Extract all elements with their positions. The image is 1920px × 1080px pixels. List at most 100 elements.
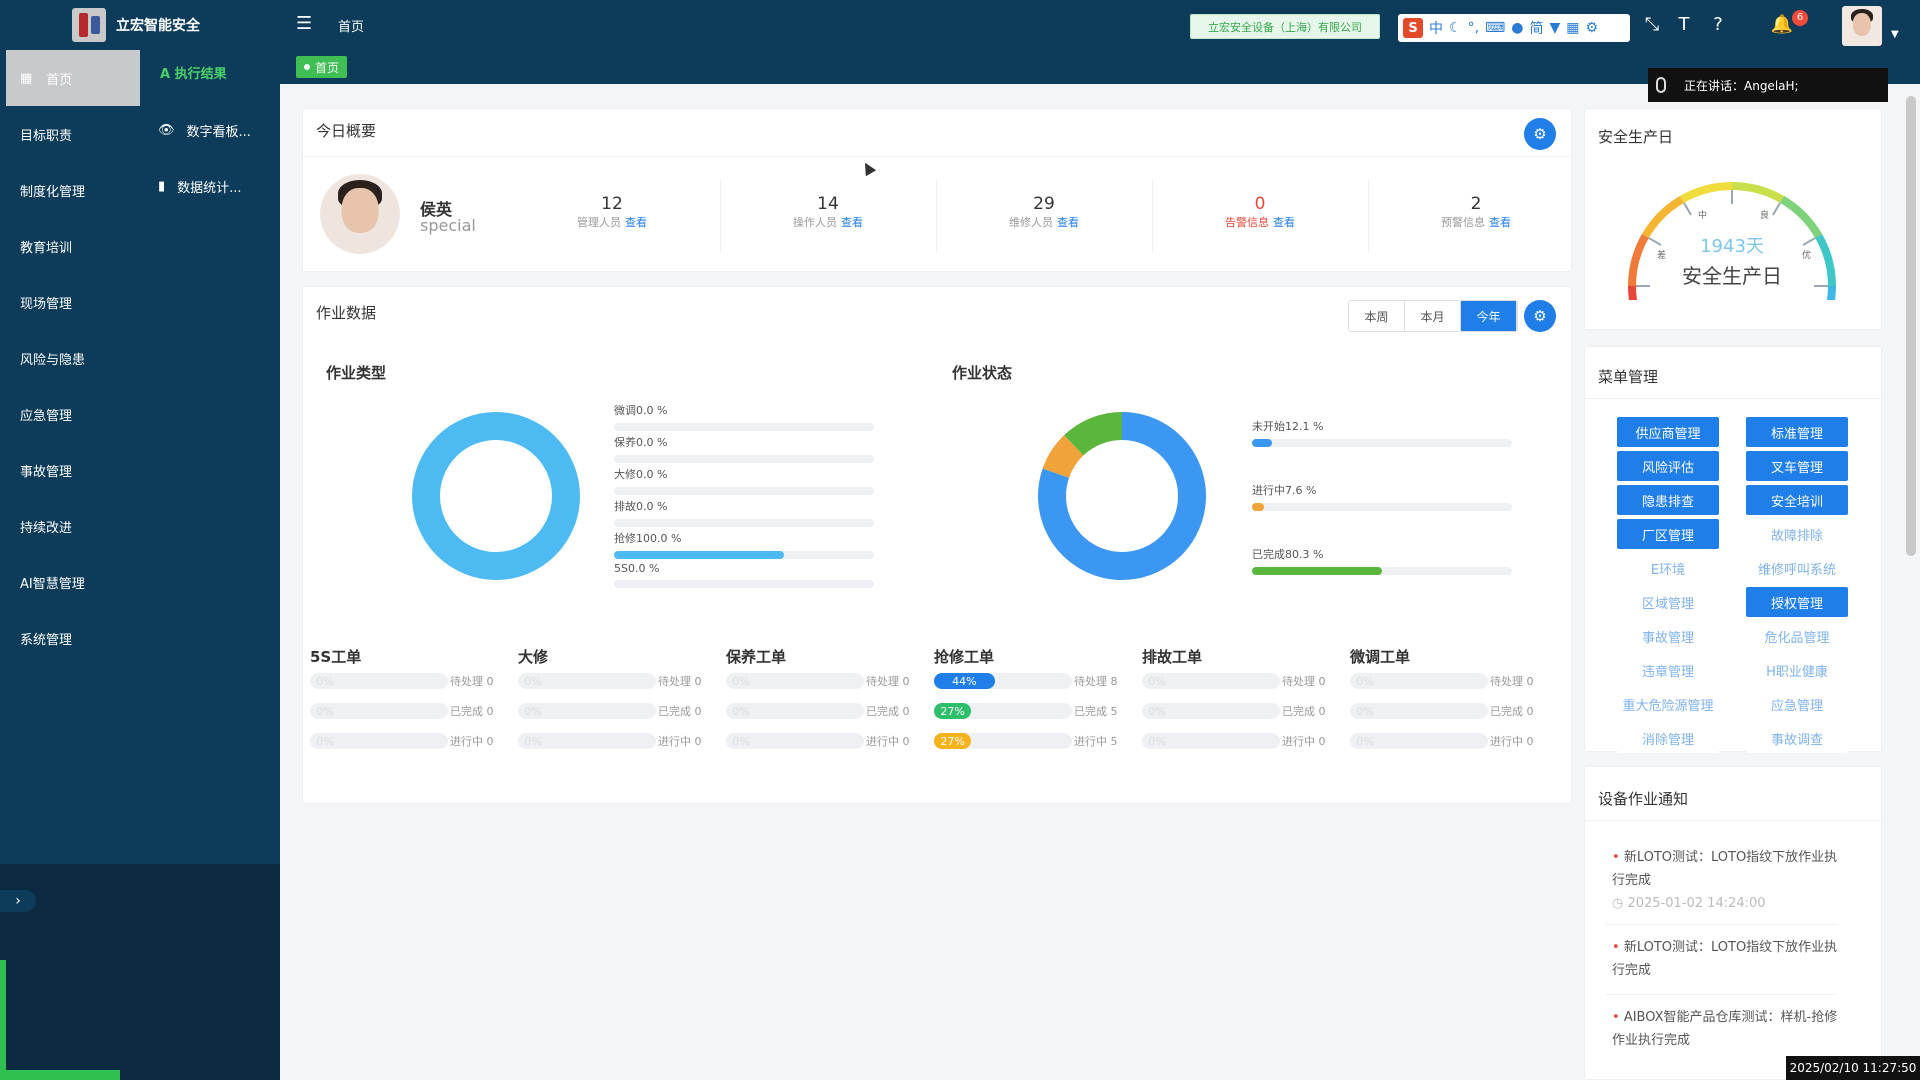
help-icon[interactable]: ?: [1706, 13, 1730, 37]
work-order-row[interactable]: 0% 进行中 0: [518, 726, 718, 756]
grid-icon[interactable]: ▦: [1566, 20, 1579, 36]
menu-button[interactable]: 风险评估: [1617, 451, 1719, 481]
menu-button[interactable]: 供应商管理: [1617, 417, 1719, 447]
menu-button[interactable]: 区域管理: [1617, 587, 1719, 617]
work-order-group: 微调工单 0% 待处理 0 0% 已完成 0 0% 进行中 0: [1350, 646, 1550, 756]
work-order-row[interactable]: 0% 待处理 0: [310, 666, 510, 696]
subnav-item[interactable]: ▮ 数据统计...: [140, 158, 280, 214]
accent-bar: [0, 1070, 120, 1080]
work-order-row[interactable]: 44% 待处理 8: [934, 666, 1134, 696]
stat-view-link[interactable]: 查看: [1489, 216, 1511, 229]
expand-icon[interactable]: ›: [0, 890, 36, 912]
work-order-row[interactable]: 0% 已完成 0: [726, 696, 926, 726]
work-order-row[interactable]: 0% 待处理 0: [518, 666, 718, 696]
work-order-row[interactable]: 0% 已完成 0: [518, 696, 718, 726]
work-order-row[interactable]: 0% 进行中 0: [1142, 726, 1342, 756]
ime-simple[interactable]: 简: [1529, 18, 1543, 38]
ime-gear-icon[interactable]: ⚙: [1585, 20, 1598, 36]
sidebar-item[interactable]: 系统管理: [0, 610, 140, 666]
menu-button[interactable]: 厂区管理: [1617, 519, 1719, 549]
menu-button[interactable]: 隐患排查: [1617, 485, 1719, 515]
page-scrollbar[interactable]: [1906, 96, 1916, 556]
keyboard-icon[interactable]: ⌨: [1485, 20, 1505, 36]
sidebar-item-label: 首页: [46, 72, 73, 88]
stat-view-link[interactable]: 查看: [625, 216, 647, 229]
shirt-icon[interactable]: ▼: [1549, 20, 1560, 36]
sidebar-item[interactable]: 应急管理: [0, 386, 140, 442]
work-order-row[interactable]: 0% 已完成 0: [310, 696, 510, 726]
menu-button[interactable]: 重大危险源管理: [1617, 689, 1719, 719]
notice-item[interactable]: • 新LOTO测试：LOTO指纹下放作业执行完成: [1612, 936, 1840, 982]
bell-icon[interactable]: 🔔: [1770, 13, 1794, 37]
menu-button[interactable]: 叉车管理: [1746, 451, 1848, 481]
range-option[interactable]: 本周: [1349, 301, 1405, 331]
font-size-icon[interactable]: T: [1672, 13, 1696, 37]
menu-button[interactable]: 安全培训: [1746, 485, 1848, 515]
work-order-row[interactable]: 0% 进行中 0: [1350, 726, 1550, 756]
sidebar-item[interactable]: ▦ 首页: [6, 50, 140, 106]
sidebar-item[interactable]: 事故管理: [0, 442, 140, 498]
app-logo[interactable]: 立宏智能安全: [72, 8, 200, 42]
eye-icon: 👁: [158, 122, 175, 138]
work-settings-icon[interactable]: ⚙: [1524, 300, 1556, 332]
work-order-row[interactable]: 0% 已完成 0: [1350, 696, 1550, 726]
stat-view-link[interactable]: 查看: [1273, 216, 1295, 229]
sidebar-item[interactable]: 现场管理: [0, 274, 140, 330]
legend-track: [614, 551, 874, 559]
overview-stat: 12 管理人员 查看: [532, 194, 692, 230]
work-order-row[interactable]: 27% 已完成 5: [934, 696, 1134, 726]
sidebar-item[interactable]: 制度化管理: [0, 162, 140, 218]
work-order-row[interactable]: 0% 进行中 0: [310, 726, 510, 756]
chevron-down-icon[interactable]: ▼: [1891, 29, 1899, 40]
legend-item: 保养0.0 %: [614, 434, 874, 463]
menu-button[interactable]: 应急管理: [1746, 689, 1848, 719]
menu-button[interactable]: 授权管理: [1746, 587, 1848, 617]
sogou-icon[interactable]: S: [1403, 18, 1423, 38]
menu-toggle-icon[interactable]: ☰: [296, 15, 314, 33]
sidebar-item[interactable]: AI智慧管理: [0, 554, 140, 610]
punct-icon[interactable]: °,: [1468, 20, 1479, 36]
sidebar-item[interactable]: 目标职责: [0, 106, 140, 162]
stat-view-link[interactable]: 查看: [1057, 216, 1079, 229]
user-icon[interactable]: ●: [1511, 20, 1523, 36]
menu-button[interactable]: 维修呼叫系统: [1746, 553, 1848, 583]
company-badge[interactable]: 立宏安全设备（上海）有限公司: [1190, 14, 1380, 39]
user-avatar[interactable]: [1842, 6, 1882, 46]
overview-settings-icon[interactable]: ⚙: [1524, 118, 1556, 150]
donut-slice[interactable]: [412, 412, 580, 580]
work-order-row[interactable]: 0% 待处理 0: [726, 666, 926, 696]
sidebar-item[interactable]: 持续改进: [0, 498, 140, 554]
donut-slice[interactable]: [1042, 435, 1084, 479]
menu-button[interactable]: 事故调查: [1746, 723, 1848, 753]
stat-view-link[interactable]: 查看: [841, 216, 863, 229]
gauge-arc: [1680, 182, 1733, 203]
subnav-head[interactable]: A 执行结果: [140, 42, 280, 102]
menu-button[interactable]: E环境: [1617, 553, 1719, 583]
moon-icon[interactable]: ☾: [1449, 20, 1462, 36]
menu-button[interactable]: H职业健康: [1746, 655, 1848, 685]
donut-slice[interactable]: [1064, 412, 1123, 456]
sidebar-item[interactable]: 风险与隐患: [0, 330, 140, 386]
notice-item[interactable]: • AIBOX智能产品仓库测试：样机-抢修作业执行完成: [1612, 1006, 1840, 1052]
ime-lang[interactable]: 中: [1429, 18, 1443, 38]
menu-button[interactable]: 消除管理: [1617, 723, 1719, 753]
range-option[interactable]: 本月: [1405, 301, 1461, 331]
menu-button[interactable]: 故障排除: [1746, 519, 1848, 549]
breadcrumb[interactable]: 首页: [338, 16, 364, 35]
work-order-row[interactable]: 27% 进行中 5: [934, 726, 1134, 756]
sidebar-item[interactable]: 教育培训: [0, 218, 140, 274]
subnav-item[interactable]: 👁 数字看板...: [140, 102, 280, 158]
fullscreen-exit-icon[interactable]: ⤡: [1640, 13, 1664, 37]
menu-button[interactable]: 标准管理: [1746, 417, 1848, 447]
range-option[interactable]: 今年: [1461, 301, 1517, 331]
menu-button[interactable]: 危化品管理: [1746, 621, 1848, 651]
work-order-row[interactable]: 0% 进行中 0: [726, 726, 926, 756]
menu-button[interactable]: 违章管理: [1617, 655, 1719, 685]
menu-button[interactable]: 事故管理: [1617, 621, 1719, 651]
notice-item[interactable]: • 新LOTO测试：LOTO指纹下放作业执行完成 ◷ 2025-01-02 14:…: [1612, 846, 1840, 915]
work-order-row[interactable]: 0% 待处理 0: [1142, 666, 1342, 696]
work-order-row[interactable]: 0% 待处理 0: [1350, 666, 1550, 696]
tab-home[interactable]: 首页: [296, 56, 348, 78]
ime-toolbar[interactable]: S 中 ☾ °, ⌨ ● 简 ▼ ▦ ⚙: [1398, 14, 1630, 42]
work-order-row[interactable]: 0% 已完成 0: [1142, 696, 1342, 726]
